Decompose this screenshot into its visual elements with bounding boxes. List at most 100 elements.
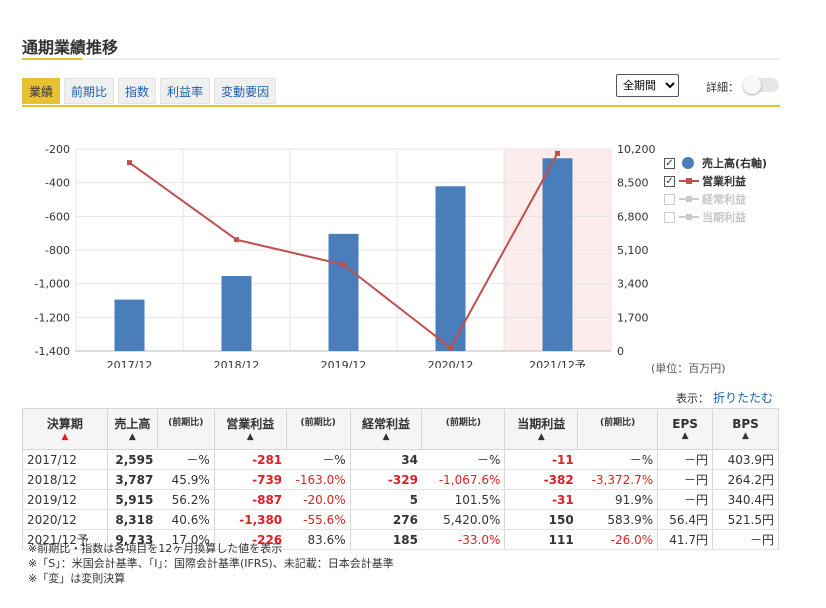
legend-dot-icon: [679, 157, 699, 169]
cell-ordinary: -329: [349, 469, 422, 490]
cell-sales-yoy: －%: [157, 449, 215, 470]
sort-arrow-icon[interactable]: ▲: [660, 431, 710, 442]
table-row: 2017/12 2,595 －% -281 －% 34 －% -11 －% －円 403.9円: [22, 449, 779, 470]
cell-bps: 403.9円: [712, 449, 779, 470]
x-tick-label: 2017/12: [107, 359, 153, 368]
bar-sales: [328, 233, 359, 351]
table-row: 2018/12 3,787 45.9% -739 -163.0% -329 -1,067.6…: [22, 469, 779, 490]
bar-sales: [114, 299, 145, 351]
right-tick-label: 3,400: [617, 278, 649, 291]
point-operating-profit: [127, 160, 132, 166]
title-divider: [22, 58, 780, 60]
right-tick-label: 1,700: [617, 311, 649, 324]
legend-line-icon: [679, 211, 699, 223]
sort-arrow-icon[interactable]: ▲: [25, 432, 105, 443]
cell-bps: 340.4円: [712, 489, 779, 510]
cell-operating-yoy: -163.0%: [286, 469, 351, 490]
cell-ordinary-yoy: 5,420.0%: [421, 509, 505, 530]
bar-sales: [435, 186, 466, 351]
col-header-operating-yoy: (前期比): [285, 408, 351, 450]
legend-item-sales[interactable]: ✓ 売上高(右軸): [664, 154, 767, 172]
cell-net: -31: [504, 489, 578, 510]
left-tick-label: -400: [45, 177, 70, 190]
cell-operating-yoy: -20.0%: [286, 489, 351, 510]
col-header-ordinary-yoy: (前期比): [421, 408, 506, 450]
sort-arrow-icon[interactable]: ▲: [353, 432, 420, 443]
col-header-bps[interactable]: BPS ▲: [712, 408, 779, 450]
tab-margin[interactable]: 利益率: [160, 78, 211, 104]
point-operating-profit: [448, 345, 453, 351]
footnote: ※「変」は変則決算: [28, 572, 126, 585]
col-header-period[interactable]: 決算期 ▲: [22, 408, 108, 450]
left-tick-label: -800: [45, 244, 70, 257]
cell-bps: 521.5円: [712, 509, 779, 530]
detail-toggle[interactable]: [743, 76, 779, 94]
cell-net-yoy: -3,372.7%: [577, 469, 658, 490]
cell-ordinary-yoy: -1,067.6%: [421, 469, 505, 490]
cell-net-yoy: 91.9%: [577, 489, 658, 510]
col-header-net[interactable]: 当期利益 ▲: [504, 408, 579, 450]
cell-sales: 2,595: [106, 449, 158, 470]
legend-item-net[interactable]: 当期利益: [664, 208, 767, 226]
tab-yoy[interactable]: 前期比: [64, 78, 115, 104]
left-tick-label: -1,200: [35, 311, 70, 324]
cell-eps: 41.7円: [657, 529, 713, 550]
table-body: 2017/12 2,595 －% -281 －% 34 －% -11 －% －円 403.9円 201…: [22, 449, 779, 550]
checkbox-icon[interactable]: ✓: [664, 157, 675, 169]
footnote: ※「S」：米国会計基準、「I」：国際会計基準(IFRS)、未記載：日本会計基準: [28, 557, 394, 570]
bar-sales: [221, 276, 252, 351]
tab-factors[interactable]: 変動要因: [214, 78, 277, 104]
left-tick-label: -1,000: [35, 278, 70, 291]
cell-operating-yoy: -55.6%: [286, 509, 351, 530]
cell-ordinary: 276: [349, 509, 422, 530]
sort-arrow-icon[interactable]: ▲: [715, 431, 776, 442]
sort-arrow-icon[interactable]: ▲: [217, 432, 284, 443]
fold-link[interactable]: 折りたたむ: [713, 389, 773, 406]
left-tick-label: -1,400: [35, 345, 70, 358]
financial-table: 決算期 ▲ 売上高 ▲ (前期比) 営業利益 ▲ (前期比) 経常利益 ▲ (前期比) …: [22, 408, 779, 550]
cell-operating: -1,380: [213, 509, 287, 530]
point-operating-profit: [341, 262, 346, 268]
x-tick-label: 2018/12: [214, 359, 260, 368]
legend-label-net: 当期利益: [702, 211, 746, 224]
sort-arrow-icon[interactable]: ▲: [110, 432, 155, 443]
right-tick-label: 6,800: [617, 210, 649, 223]
tab-divider: [22, 105, 780, 107]
table-header-row: 決算期 ▲ 売上高 ▲ (前期比) 営業利益 ▲ (前期比) 経常利益 ▲ (前期比) …: [22, 408, 779, 450]
cell-sales: 8,318: [106, 509, 158, 530]
cell-eps: －円: [657, 469, 713, 490]
col-header-eps[interactable]: EPS ▲: [657, 408, 714, 450]
col-header-sales[interactable]: 売上高 ▲: [106, 408, 158, 450]
cell-period: 2019/12: [22, 489, 108, 510]
col-header-operating[interactable]: 営業利益 ▲: [213, 408, 287, 450]
legend-item-ordinary[interactable]: 経常利益: [664, 190, 767, 208]
page-title: 通期業績推移: [22, 38, 119, 57]
cell-operating-yoy: －%: [286, 449, 351, 470]
table-row: 2020/12 8,318 40.6% -1,380 -55.6% 276 5,420.0%…: [22, 509, 779, 530]
sort-arrow-icon[interactable]: ▲: [507, 432, 575, 443]
cell-bps: －円: [712, 529, 779, 550]
cell-operating: -281: [213, 449, 287, 470]
footnotes: ※前期比・指数は各項目を12ヶ月換算した値を表示 ※「S」：米国会計基準、「I」…: [28, 541, 394, 586]
checkbox-icon[interactable]: [664, 211, 675, 223]
checkbox-icon[interactable]: ✓: [664, 175, 675, 187]
col-header-sales-yoy: (前期比): [156, 408, 215, 450]
tab-bar: 業績 前期比 指数 利益率 変動要因: [22, 78, 280, 106]
tab-index[interactable]: 指数: [118, 78, 157, 104]
cell-net-yoy: 583.9%: [577, 509, 658, 530]
col-header-net-yoy: (前期比): [577, 408, 659, 450]
point-operating-profit: [555, 150, 560, 156]
checkbox-icon[interactable]: [664, 193, 675, 205]
cell-operating: -739: [213, 469, 287, 490]
legend-item-operating[interactable]: ✓ 営業利益: [664, 172, 767, 190]
unit-label: (単位：百万円): [651, 362, 726, 375]
cell-sales-yoy: 40.6%: [157, 509, 215, 530]
col-header-ordinary[interactable]: 経常利益 ▲: [349, 408, 423, 450]
cell-ordinary-yoy: -33.0%: [421, 529, 505, 550]
cell-bps: 264.2円: [712, 469, 779, 490]
tab-results[interactable]: 業績: [22, 78, 61, 104]
right-tick-label: 0: [617, 345, 624, 358]
cell-period: 2018/12: [22, 469, 108, 490]
right-tick-label: 10,200: [617, 143, 656, 156]
period-select[interactable]: 全期間: [616, 74, 679, 97]
